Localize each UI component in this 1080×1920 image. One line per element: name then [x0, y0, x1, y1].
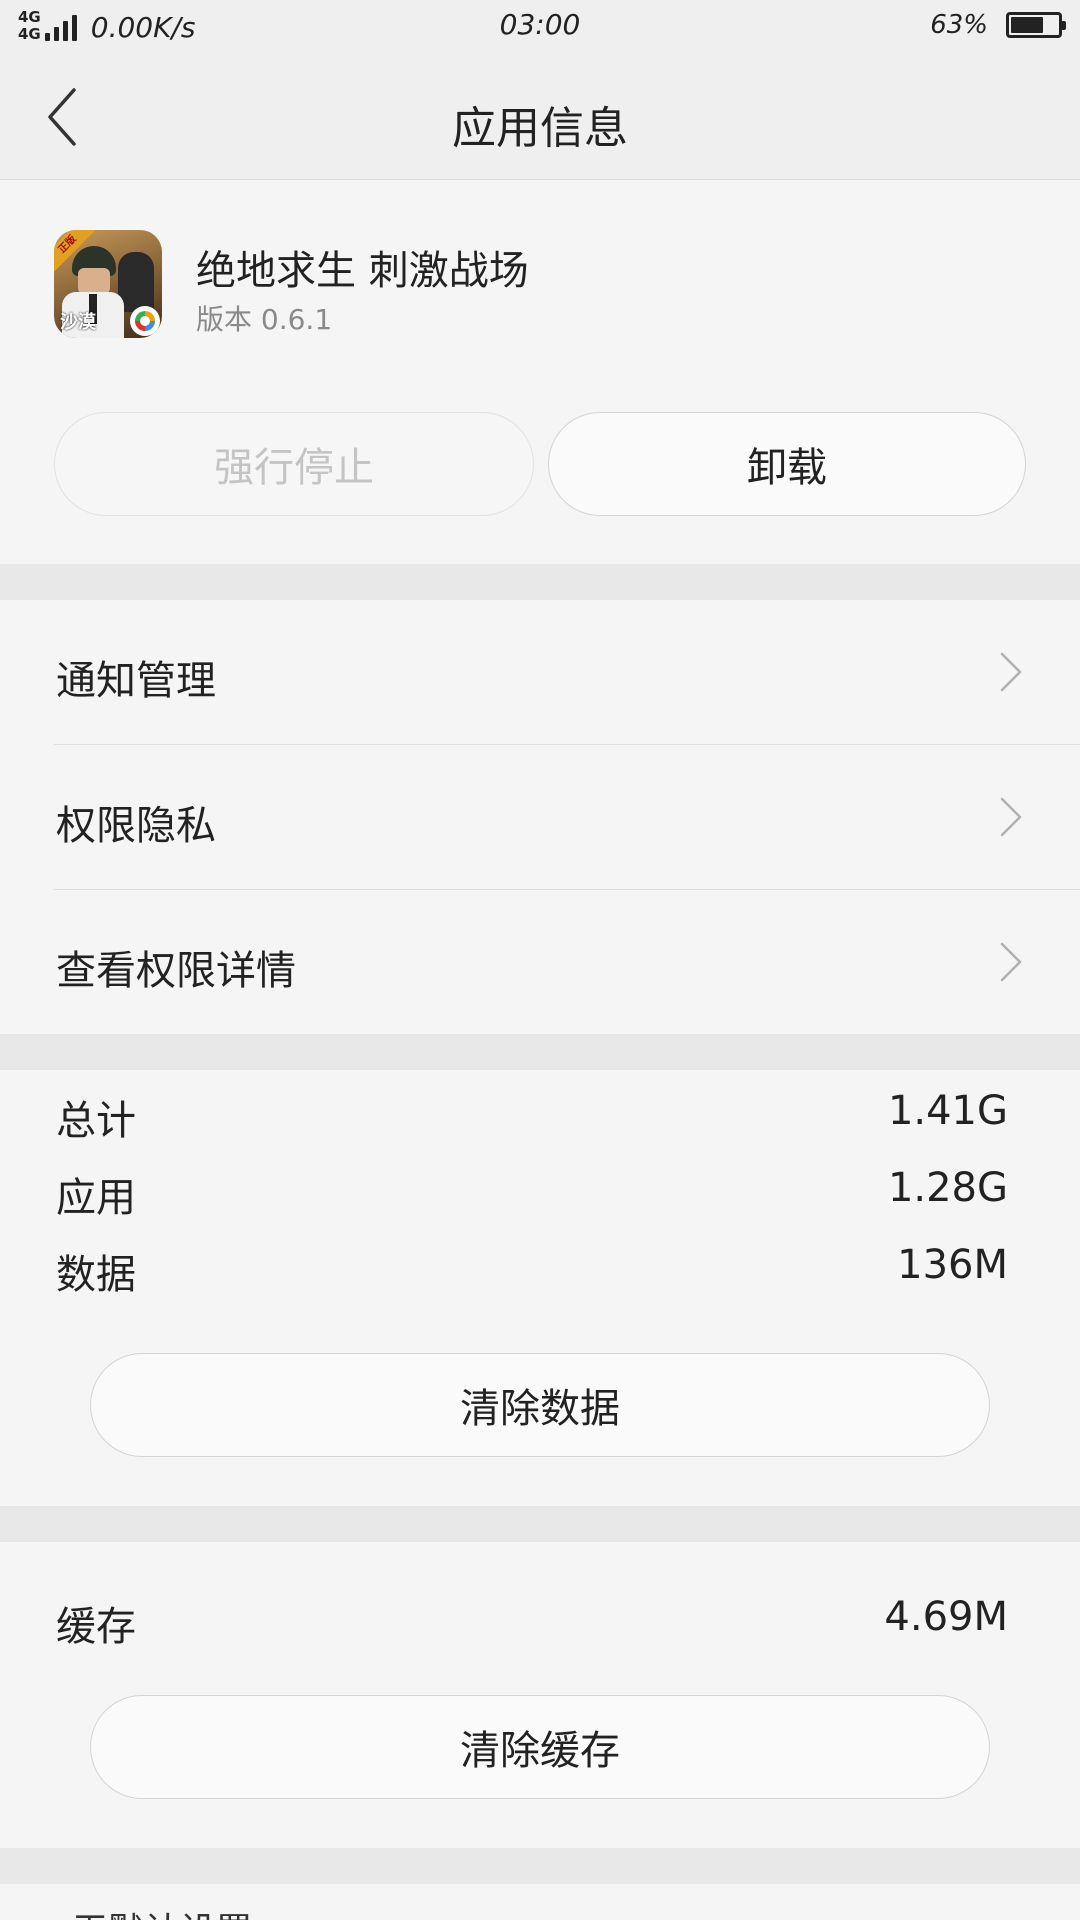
storage-app-value: 1.28G: [887, 1165, 1008, 1211]
menu-item-permission-privacy[interactable]: 权限隐私: [0, 745, 1080, 890]
storage-total-value: 1.41G: [887, 1088, 1008, 1134]
app-version: 版本 0.6.1: [196, 303, 333, 336]
publisher-badge-icon: [130, 306, 160, 336]
header: 应用信息: [0, 54, 1080, 180]
section-divider: [0, 1034, 1080, 1070]
force-stop-button[interactable]: 强行停止: [54, 412, 534, 516]
storage-data-label: 数据: [56, 1252, 136, 1298]
cache-section: 缓存 4.69M 清除缓存: [0, 1542, 1080, 1848]
menu-item-notification-management[interactable]: 通知管理: [0, 600, 1080, 745]
storage-total-row: 总计 1.41G: [0, 1078, 1080, 1148]
menu-item-label: 查看权限详情: [56, 948, 296, 994]
status-right: 63%: [930, 10, 1066, 40]
default-settings-label: 无默认设置: [72, 1902, 252, 1920]
battery-icon: [1006, 12, 1066, 38]
section-divider: [0, 564, 1080, 600]
cache-value: 4.69M: [884, 1594, 1008, 1640]
storage-app-label: 应用: [56, 1175, 136, 1221]
menu-item-label: 权限隐私: [56, 803, 216, 849]
chevron-right-icon: [1000, 652, 1022, 692]
storage-section: 总计 1.41G 应用 1.28G 数据 136M 清除数据: [0, 1070, 1080, 1506]
clear-data-button[interactable]: 清除数据: [90, 1353, 990, 1457]
app-icon: 正版 沙漠: [54, 230, 162, 338]
storage-total-label: 总计: [56, 1098, 136, 1144]
app-icon-label: 沙漠: [60, 312, 96, 333]
section-divider: [0, 1506, 1080, 1542]
clock: 03:00: [499, 8, 581, 41]
default-settings-section: 无默认设置: [0, 1884, 1080, 1920]
storage-data-value: 136M: [897, 1242, 1008, 1288]
chevron-right-icon: [1000, 797, 1022, 837]
status-bar: 4G 4G 0.00K/s 03:00 63%: [0, 0, 1080, 54]
page-title: 应用信息: [452, 103, 628, 154]
battery-fill: [1011, 17, 1043, 33]
app-card: 正版 沙漠 绝地求生 刺激战场 版本 0.6.1 强行停止 卸载: [0, 180, 1080, 564]
storage-data-row: 数据 136M: [0, 1232, 1080, 1302]
chevron-right-icon: [1000, 942, 1022, 982]
battery-percent: 63%: [930, 10, 988, 40]
settings-menu: 通知管理 权限隐私 查看权限详情: [0, 600, 1080, 1034]
section-divider: [0, 1848, 1080, 1884]
app-name: 绝地求生 刺激战场: [196, 248, 529, 294]
menu-item-label: 通知管理: [56, 658, 216, 704]
menu-item-permission-details[interactable]: 查看权限详情: [0, 890, 1080, 1035]
cache-label: 缓存: [56, 1604, 136, 1650]
storage-app-row: 应用 1.28G: [0, 1155, 1080, 1225]
uninstall-button[interactable]: 卸载: [548, 412, 1026, 516]
cache-row: 缓存 4.69M: [0, 1584, 1080, 1654]
clear-cache-button[interactable]: 清除缓存: [90, 1695, 990, 1799]
